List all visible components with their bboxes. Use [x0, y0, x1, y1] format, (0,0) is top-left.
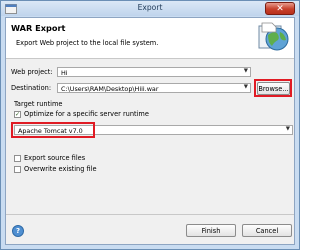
wizard-banner: WAR Export Export Web project to the loc… [6, 18, 294, 59]
title-bar[interactable]: Export ✕ [1, 1, 299, 16]
dialog-body: WAR Export Export Web project to the loc… [5, 17, 295, 245]
banner-description: Export Web project to the local file sys… [16, 39, 159, 47]
web-project-value: Hi [61, 68, 68, 77]
close-icon: ✕ [276, 3, 284, 14]
finish-button[interactable]: Finish [186, 224, 236, 237]
web-project-label: Web project: [11, 68, 53, 76]
optimize-checkbox[interactable]: ✓ [14, 111, 21, 118]
destination-input[interactable]: C:\Users\RAM\Desktop\Hiii.war ▼ [57, 83, 251, 93]
chevron-down-icon: ▼ [285, 126, 290, 132]
window-title: Export [137, 3, 163, 12]
banner-title: WAR Export [11, 23, 66, 33]
destination-label: Destination: [11, 84, 52, 92]
close-button[interactable]: ✕ [265, 2, 295, 15]
optimize-label: Optimize for a specific server runtime [24, 110, 149, 118]
export-source-label: Export source files [24, 154, 86, 162]
web-project-select[interactable]: Hi ▼ [57, 67, 251, 77]
footer-separator [6, 214, 294, 215]
export-source-checkbox[interactable] [14, 155, 21, 162]
browse-button[interactable]: Browse... [257, 82, 290, 95]
destination-value: C:\Users\RAM\Desktop\Hiii.war [61, 84, 159, 93]
chevron-down-icon: ▼ [243, 68, 248, 74]
target-runtime-label: Target runtime [14, 100, 63, 108]
export-dialog: Export ✕ WAR Export Export Web project t… [0, 0, 300, 250]
overwrite-checkbox[interactable] [14, 166, 21, 173]
help-icon[interactable]: ? [12, 225, 24, 237]
war-export-globe-icon [258, 22, 289, 51]
runtime-highlight [11, 122, 95, 138]
cancel-button[interactable]: Cancel [242, 224, 292, 237]
overwrite-label: Overwrite existing file [24, 165, 97, 173]
chevron-down-icon: ▼ [243, 84, 248, 90]
